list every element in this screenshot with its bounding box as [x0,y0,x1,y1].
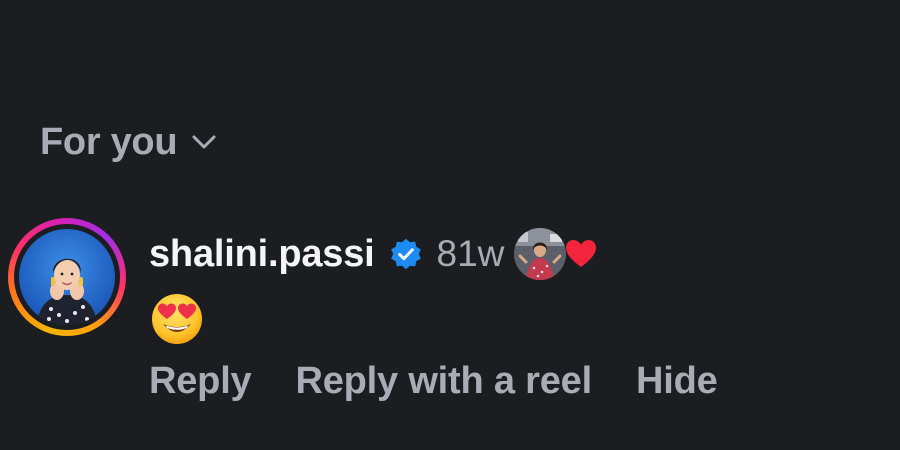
smiling-face-with-heart-eyes-icon [152,294,202,344]
hide-button[interactable]: Hide [636,360,718,403]
comment-actions: Reply Reply with a reel Hide [149,356,718,406]
heart-icon [566,240,597,267]
verified-badge-icon [390,238,421,270]
avatar [19,229,115,325]
comment-time: 81w [436,233,505,274]
for-you-filter[interactable]: For you [40,118,219,166]
section-title: For you [40,121,178,163]
comment-meta: shalini.passi 81w [149,224,598,284]
comment-item: shalini.passi 81w Reply Reply with a ree… [8,216,888,416]
reply-with-reel-button[interactable]: Reply with a reel [295,360,592,403]
username[interactable]: shalini.passi [149,233,375,276]
chevron-down-icon [192,135,216,149]
avatar-gap [14,224,120,330]
comments-page: For you shalini.passi 81w Reply Reply wi… [0,0,900,450]
reply-button[interactable]: Reply [149,360,252,403]
author-liker-avatar [514,228,567,280]
story-ring-avatar[interactable] [8,218,126,336]
